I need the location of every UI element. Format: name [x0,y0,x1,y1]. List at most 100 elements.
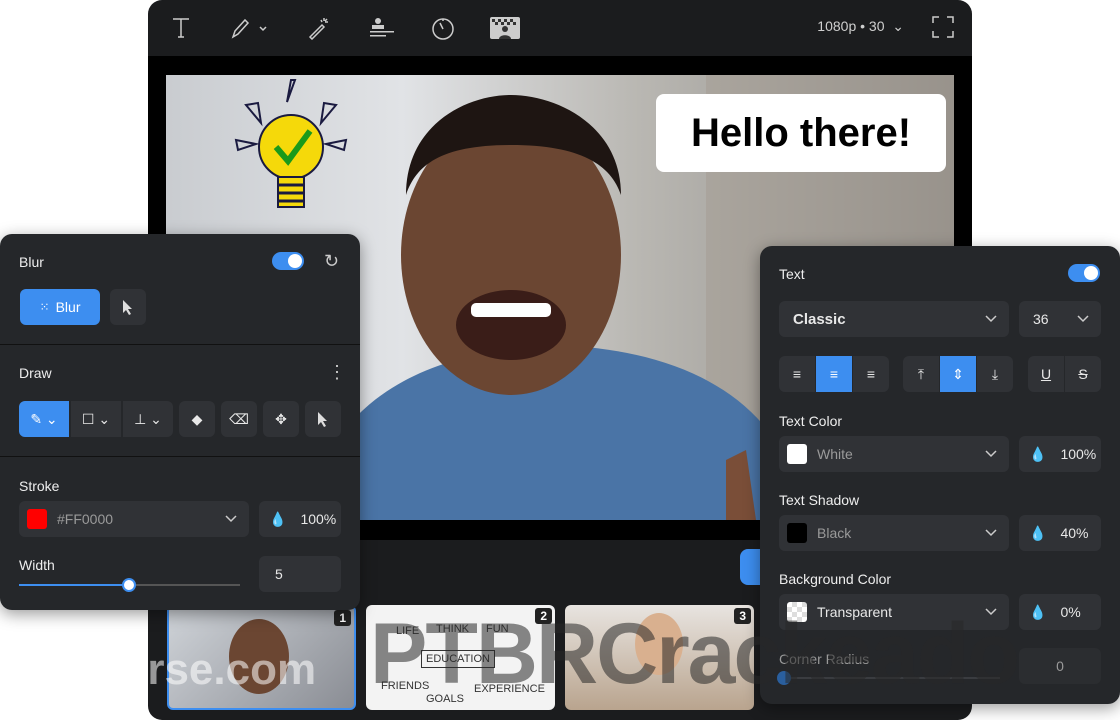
align-left-button[interactable]: ≡ [779,356,815,392]
thumbnail-word: FRIENDS [381,680,430,692]
text-opacity-value: 100% [1060,446,1097,462]
move-icon: ✥ [275,410,287,427]
chevron-down-icon [225,515,237,523]
background-color-dropdown[interactable]: Transparent [779,594,1009,630]
blur-toggle[interactable] [272,252,304,270]
thumbnail-word: EDUCATION [421,650,495,668]
thumbnail-number: 1 [334,610,351,626]
stamp-icon[interactable] [366,13,396,43]
blur-button-label: Blur [55,299,81,315]
width-input[interactable]: 5 [259,556,341,592]
slider-handle[interactable] [122,578,136,592]
thumbnail-word: FUN [486,623,509,635]
valign-top-button[interactable]: ⤒ [903,356,939,392]
align-left-icon: ≡ [792,366,802,382]
chevron-down-icon [1077,315,1089,323]
resolution-value: 1080p • 30 [817,18,885,34]
font-size-value: 36 [1033,311,1049,327]
font-size-dropdown[interactable]: 36 [1019,301,1101,337]
move-tool[interactable]: ✥ [263,401,299,437]
thumbnail-word: LIFE [396,625,420,637]
pen-icon[interactable] [228,13,272,43]
color-swatch [787,523,807,543]
background-opacity[interactable]: 💧 0% [1019,594,1101,630]
color-swatch [27,509,47,529]
opacity-icon: 💧 [269,510,287,527]
width-slider[interactable] [19,578,240,592]
corner-radius-slider[interactable] [777,671,1000,685]
text-icon[interactable] [166,13,196,43]
color-swatch [787,444,807,464]
toolbar: 1080p • 30 ⌄ [148,0,972,56]
background-color-value: Transparent [817,604,892,620]
text-color-dropdown[interactable]: White [779,436,1009,472]
chevron-down-icon: ⌄ [892,18,904,34]
thumbnail-3[interactable]: 3 [565,605,754,710]
rectangle-tool[interactable]: ☐ ⌄ [71,401,121,437]
blur-button[interactable]: ⁙ Blur [20,289,100,325]
font-dropdown[interactable]: Classic [779,301,1009,337]
transparent-swatch [787,602,807,622]
chevron-down-icon [985,450,997,458]
shadow-color-dropdown[interactable]: Black [779,515,1009,551]
strikethrough-button[interactable]: S [1065,356,1101,392]
thumbnail-number: 3 [734,608,751,624]
opacity-icon: 💧 [1029,603,1047,620]
fill-icon: ◆ [191,410,203,427]
stroke-opacity-value: 100% [300,511,337,527]
divider [0,456,360,457]
fill-tool[interactable]: ◆ [179,401,215,437]
blur-dots-icon: ⁙ [39,300,50,314]
blur-draw-panel: Blur ↻ ⁙ Blur Draw ⋮ ✎ ⌄ ☐ ⌄ ⊥ ⌄ ◆ ⌫ ✥ St… [0,234,360,610]
thumbnail-word: THINK [436,623,469,635]
slider-handle[interactable] [777,671,791,685]
eraser-tool[interactable]: ⌫ [221,401,257,437]
cursor-icon [123,300,132,315]
text-toggle[interactable] [1068,264,1100,282]
width-value: 5 [275,566,283,582]
opacity-icon: 💧 [1029,445,1047,462]
corner-radius-label: Corner Radius [779,651,870,667]
thumbnail-2[interactable]: LIFE THINK FUN EDUCATION FRIENDS GOALS E… [366,605,555,710]
underline-icon: U [1040,366,1052,382]
reset-icon[interactable]: ↻ [324,251,339,272]
pen-icon: ✎ ⌄ [30,410,58,427]
chevron-down-icon [985,608,997,616]
text-opacity[interactable]: 💧 100% [1019,436,1101,472]
strikethrough-icon: S [1078,366,1088,382]
magic-wand-icon[interactable] [304,13,334,43]
select-tool[interactable] [305,401,341,437]
blur-title: Blur [19,254,44,270]
fullscreen-icon[interactable] [932,16,954,43]
shadow-color-value: Black [817,525,852,541]
text-color-label: Text Color [779,413,843,429]
align-center-button[interactable]: ≡ [816,356,852,392]
lightbulb-doodle [234,79,348,208]
chevron-down-icon [985,529,997,537]
thumbnail-word: GOALS [426,693,464,705]
corner-radius-input[interactable]: 0 [1019,648,1101,684]
valign-middle-button[interactable]: ⇕ [940,356,976,392]
stroke-label: Stroke [19,478,60,494]
divider [0,344,360,345]
resolution-dropdown[interactable]: 1080p • 30 ⌄ [817,18,904,35]
font-value: Classic [793,310,846,328]
text-overlay[interactable]: Hello there! [656,94,946,172]
thumbnail-1[interactable]: 1 [167,605,356,710]
align-right-button[interactable]: ≡ [853,356,889,392]
valign-bottom-button[interactable]: ⤓ [977,356,1013,392]
pen-tool[interactable]: ✎ ⌄ [19,401,69,437]
background-icon[interactable] [490,13,520,43]
more-options-icon[interactable]: ⋮ [328,362,346,383]
shadow-opacity[interactable]: 💧 40% [1019,515,1101,551]
timer-icon[interactable] [428,13,458,43]
stamp-tool[interactable]: ⊥ ⌄ [123,401,173,437]
stroke-opacity[interactable]: 💧 100% [259,501,341,537]
text-panel: Text Classic 36 ≡ ≡ ≡ ⤒ ⇕ ⤓ U S Text Col… [760,246,1120,704]
underline-button[interactable]: U [1028,356,1064,392]
stroke-color-value: #FF0000 [57,511,114,527]
stroke-color-dropdown[interactable]: #FF0000 [19,501,249,537]
blur-select-button[interactable] [110,289,146,325]
opacity-icon: 💧 [1029,524,1047,541]
text-color-value: White [817,446,853,462]
